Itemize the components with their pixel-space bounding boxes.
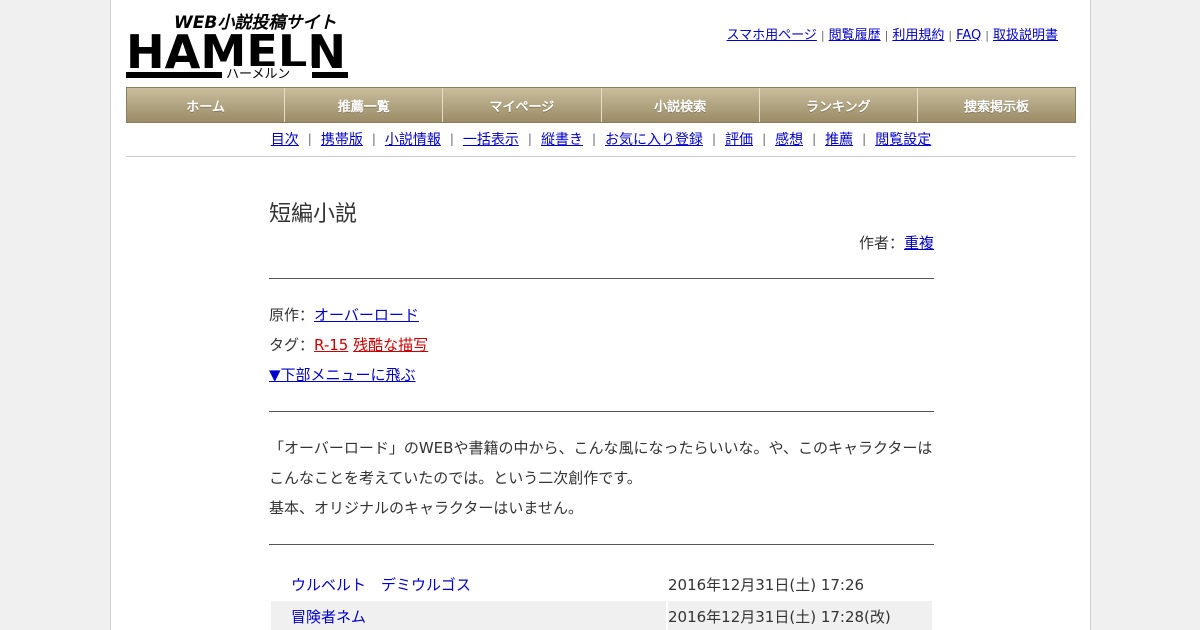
table-row: 冒険者ネム 2016年12月31日(土) 17:28(改) [271,601,932,630]
tag-line: タグ：R-15 残酷な描写 [269,330,934,360]
nav-home[interactable]: ホーム [127,88,286,122]
subnav-mobile[interactable]: 携帯版 [321,129,363,149]
novel-title: 短編小説 [269,202,358,227]
history-link[interactable]: 閲覧履歴 [829,28,881,43]
nav-search-board[interactable]: 捜索掲示板 [918,88,1075,122]
summary-line: 「オーバーロード」のWEBや書籍の中から、こんな風になったらいいな。や、このキャ… [269,439,933,457]
page-container: WEB小説投稿サイト HAMELN ハーメルン スマホ用ページ | 閲覧履歴 | 利用規… [110,0,1091,630]
subnav-vertical[interactable]: 縦書き [541,129,583,149]
original-link[interactable]: オーバーロード [314,306,419,324]
tag-r15[interactable]: R-15 [314,336,348,354]
chapter-table: ウルベルト デミウルゴス 2016年12月31日(土) 17:26 冒険者ネム … [269,567,934,630]
nav-novel-search[interactable]: 小説検索 [602,88,760,122]
nav-mypage[interactable]: マイページ [443,88,602,122]
tag-violence[interactable]: 残酷な描写 [353,336,428,354]
revision-link[interactable]: 改 [870,608,885,626]
divider [269,411,934,412]
subnav-rate[interactable]: 評価 [725,129,753,149]
subnav-novel-info[interactable]: 小説情報 [385,129,441,149]
tag-label: タグ： [269,336,315,354]
hameln-logo[interactable]: WEB小説投稿サイト HAMELN ハーメルン [126,8,348,82]
faq-link[interactable]: FAQ [956,28,981,43]
subnav-comments[interactable]: 感想 [775,129,803,149]
summary-line: 基本、オリジナルのキャラクターはいません。 [269,499,583,517]
chapter-date: 2016年12月31日(土) 17:26 [668,575,865,594]
novel-meta: 原作：オーバーロード タグ：R-15 残酷な描写 ▼下部メニューに飛ぶ [269,300,934,390]
nav-ranking[interactable]: ランキング [760,88,918,122]
subnav-view-settings[interactable]: 閲覧設定 [875,129,931,149]
author-link[interactable]: 重複 [904,234,934,252]
subnav-recommend[interactable]: 推薦 [825,129,853,149]
original-label: 原作： [269,306,315,324]
table-row: ウルベルト デミウルゴス 2016年12月31日(土) 17:26 [271,569,932,599]
subnav-add-favorite[interactable]: お気に入り登録 [605,129,703,149]
sub-nav: 目次 | 携帯版 | 小説情報 | 一括表示 | 縦書き | お気に入り登録 | 評価 | 感… [126,122,1076,157]
manual-link[interactable]: 取扱説明書 [993,28,1058,43]
terms-link[interactable]: 利用規約 [892,28,944,43]
divider [269,544,934,545]
chapter-link[interactable]: 冒険者ネム [291,608,366,626]
global-nav: ホーム 推薦一覧 マイページ 小説検索 ランキング 捜索掲示板 [126,87,1076,123]
novel-summary: 「オーバーロード」のWEBや書籍の中から、こんな風になったらいいな。や、このキャ… [269,433,934,523]
original-line: 原作：オーバーロード [269,300,934,330]
chapter-link[interactable]: ウルベルト デミウルゴス [291,576,471,594]
top-links: スマホ用ページ | 閲覧履歴 | 利用規約 | FAQ | 取扱説明書 [726,28,1058,43]
summary-line: こんなことを考えていたのでは。という二次創作です。 [269,469,642,487]
jump-to-bottom-link[interactable]: ▼下部メニューに飛ぶ [269,366,416,384]
nav-recommendations[interactable]: 推薦一覧 [285,88,444,122]
subnav-show-all[interactable]: 一括表示 [463,129,519,149]
smartphone-page-link[interactable]: スマホ用ページ [727,28,817,43]
divider [269,278,934,279]
main-content: 短編小説 作者：重複 原作：オーバーロード タグ：R-15 残酷な描写 ▼下部メ… [269,186,934,630]
chapter-date: 2016年12月31日(土) 17:28( [668,607,870,626]
jump-line: ▼下部メニューに飛ぶ [269,360,934,390]
author-line: 作者：重複 [269,232,934,253]
subnav-toc[interactable]: 目次 [271,129,299,149]
logo-sub-text: ハーメルン [226,67,290,82]
author-label: 作者： [858,234,904,252]
